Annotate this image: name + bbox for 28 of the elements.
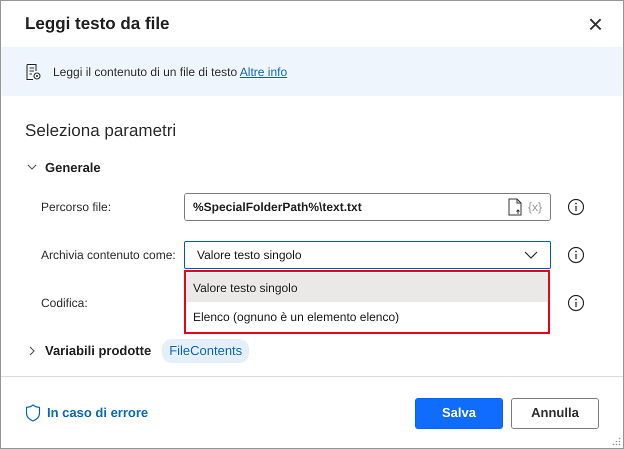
field-value: %SpecialFolderPath%\text.txt [193,199,363,216]
info-icon[interactable] [567,246,585,264]
cancel-button[interactable]: Annulla [511,398,599,428]
file-icon[interactable] [508,198,522,216]
more-info-link[interactable]: Altre info [240,64,288,78]
close-button[interactable]: × [588,11,603,37]
save-button[interactable]: Salva [415,398,503,428]
shield-icon[interactable] [25,404,41,422]
field-label: Codifica: [41,295,89,312]
section-title: Seleziona parametri [24,120,178,142]
info-icon[interactable] [567,198,585,216]
info-icon[interactable] [567,294,585,312]
resize-grip-icon[interactable] [612,437,621,446]
chevron-right-icon[interactable] [27,346,37,356]
field-label: Percorso file: [41,199,112,216]
banner-text: Leggi il contenuto di un file di testo Altre info [53,64,288,80]
error-handling-link[interactable]: In caso di errore [47,403,148,423]
chevron-down-icon[interactable] [27,162,37,172]
dropdown-option[interactable]: Valore testo singolo [186,273,548,302]
chevron-down-icon [524,250,538,260]
document-icon [25,62,43,80]
group-header[interactable]: Generale [45,158,101,177]
input-field[interactable]: %SpecialFolderPath%\text.txt {x} [184,193,551,221]
window-title: Leggi testo da file [25,13,170,36]
field-label: Archivia contenuto come: [41,247,177,264]
variable-chip[interactable]: FileContents [162,339,250,362]
dropdown[interactable]: Valore testo singolo [184,241,551,269]
group-header[interactable]: Variabili prodotte [45,341,152,360]
